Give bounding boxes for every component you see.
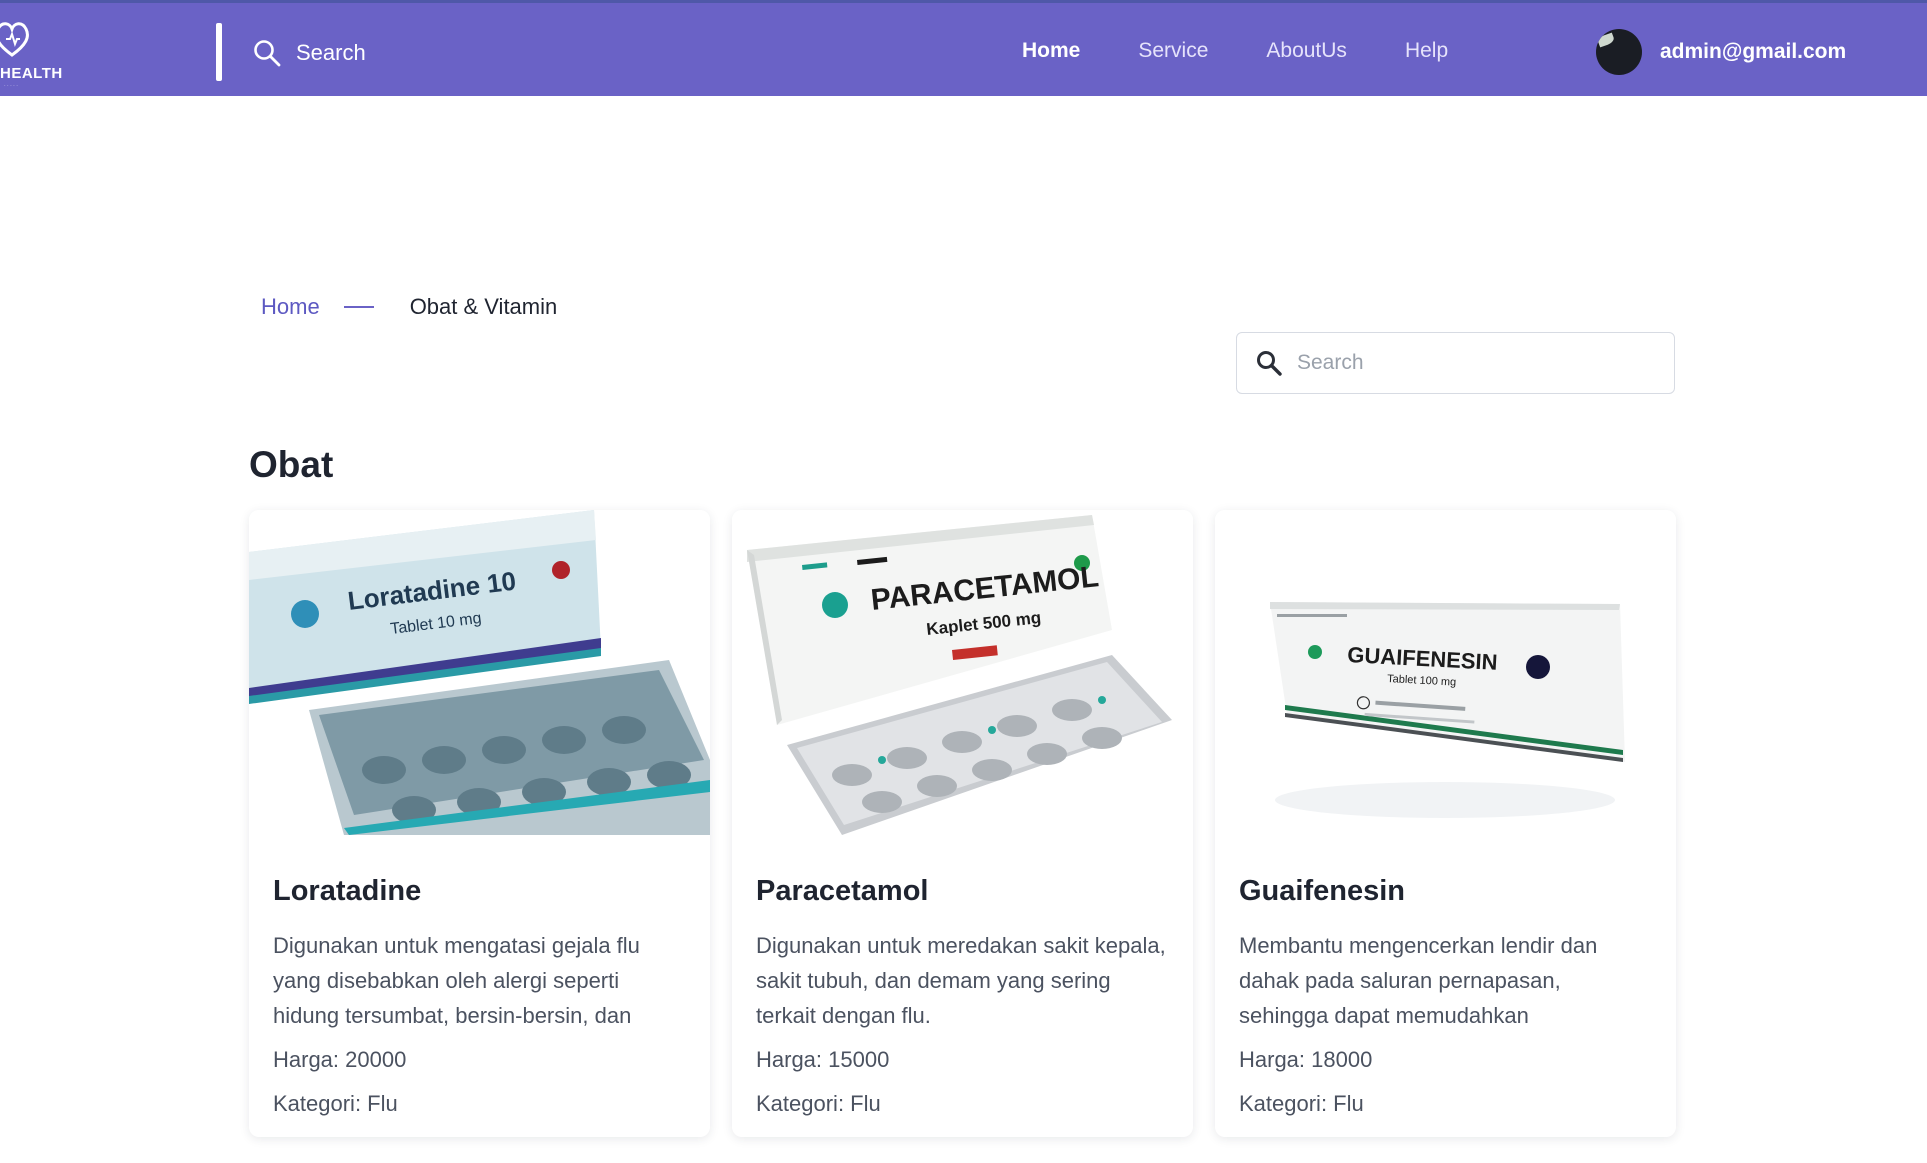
product-image: Loratadine 10 Tablet 10 mg bbox=[249, 510, 710, 835]
brand-logo[interactable]: HEALTH · · · · · bbox=[0, 11, 63, 91]
product-name: Loratadine bbox=[273, 875, 422, 907]
nav-link-aboutus[interactable]: AboutUs bbox=[1266, 39, 1347, 63]
product-image: GUAIFENESIN Tablet 100 mg bbox=[1215, 510, 1676, 835]
nav-search-label: Search bbox=[296, 40, 366, 65]
product-price: Harga: 20000 bbox=[273, 1047, 407, 1072]
brand-tagline-mark: · · · · · bbox=[4, 83, 18, 89]
product-description: Digunakan untuk meredakan sakit kepala, … bbox=[756, 933, 1166, 1028]
user-menu[interactable]: admin@gmail.com bbox=[1596, 29, 1846, 75]
product-image: PARACETAMOL Kaplet 500 mg bbox=[732, 510, 1193, 835]
nav-divider bbox=[216, 23, 222, 81]
breadcrumb-separator bbox=[343, 306, 374, 308]
breadcrumb: Home Obat & Vitamin bbox=[261, 294, 557, 320]
product-name: Guaifenesin bbox=[1239, 875, 1405, 907]
product-card-paracetamol[interactable]: PARACETAMOL Kaplet 500 mg Paracetamol Di… bbox=[732, 510, 1193, 1137]
search-input[interactable] bbox=[1297, 351, 1657, 375]
heart-logo-icon bbox=[0, 22, 29, 57]
brand-name: HEALTH bbox=[0, 65, 63, 82]
product-description: Digunakan untuk mengatasi gejala flu yan… bbox=[273, 933, 640, 1028]
user-email: admin@gmail.com bbox=[1660, 40, 1847, 63]
search-icon bbox=[254, 40, 281, 67]
top-navbar: HEALTH · · · · · Search Home Service Abo… bbox=[0, 0, 1927, 96]
nav-link-help[interactable]: Help bbox=[1405, 39, 1448, 63]
product-name: Paracetamol bbox=[756, 875, 929, 907]
nav-search[interactable]: Search bbox=[252, 33, 366, 73]
nav-link-home[interactable]: Home bbox=[1022, 39, 1080, 63]
product-card-guaifenesin[interactable]: GUAIFENESIN Tablet 100 mg Guaifenesin Me… bbox=[1215, 510, 1676, 1137]
product-search[interactable] bbox=[1236, 332, 1675, 394]
product-category: Kategori: Flu bbox=[1239, 1091, 1364, 1116]
nav-links: Home Service AboutUs Help bbox=[1022, 39, 1506, 63]
breadcrumb-home-link[interactable]: Home bbox=[261, 294, 320, 320]
product-description: Membantu mengencerkan lendir dan dahak p… bbox=[1239, 933, 1598, 1028]
search-icon bbox=[1257, 351, 1282, 376]
product-category: Kategori: Flu bbox=[756, 1091, 881, 1116]
avatar[interactable] bbox=[1596, 29, 1642, 75]
product-price: Harga: 15000 bbox=[756, 1047, 890, 1072]
nav-link-service[interactable]: Service bbox=[1138, 39, 1208, 63]
product-price: Harga: 18000 bbox=[1239, 1047, 1373, 1072]
product-category: Kategori: Flu bbox=[273, 1091, 398, 1116]
product-card-loratadine[interactable]: Loratadine 10 Tablet 10 mg Loratadine Di… bbox=[249, 510, 710, 1137]
breadcrumb-current: Obat & Vitamin bbox=[409, 294, 558, 319]
section-title: Obat bbox=[249, 444, 334, 485]
